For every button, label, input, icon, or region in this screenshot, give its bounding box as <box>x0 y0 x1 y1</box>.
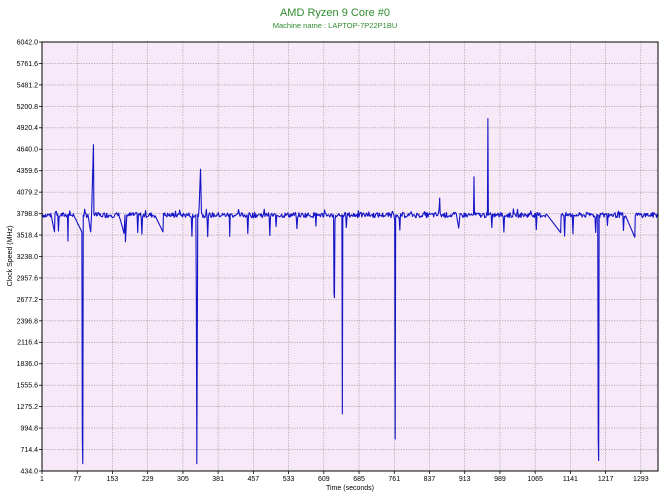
chart-subtitle: Machine name : LAPTOP-7P22P1BU <box>273 21 398 30</box>
y-tick-label: 5761.6 <box>17 61 39 68</box>
y-tick-label: 1275.2 <box>17 404 39 411</box>
x-tick-label: 305 <box>177 476 189 483</box>
y-tick-label: 1836.0 <box>17 361 39 368</box>
y-tick-label: 4079.2 <box>17 190 39 197</box>
x-tick-label: 837 <box>424 476 436 483</box>
x-axis-label: Time (seconds) <box>326 485 374 492</box>
y-tick-label: 3798.8 <box>17 211 39 218</box>
y-axis-label: Clock Speed (MHz) <box>7 226 14 287</box>
y-axis-ticks: 6042.0 5761.6 5481.2 5200.8 4920.4 4640.0 4359… <box>17 39 42 475</box>
chart-title: AMD Ryzen 9 Core #0 <box>280 7 390 19</box>
y-tick-label: 4359.6 <box>17 168 39 175</box>
x-tick-label: 1141 <box>563 476 578 483</box>
x-tick-label: 609 <box>318 476 330 483</box>
y-tick-label: 4920.4 <box>17 125 39 132</box>
y-tick-label: 714.4 <box>20 447 38 454</box>
x-tick-label: 229 <box>142 476 154 483</box>
chart: AMD Ryzen 9 Core #0 Machine name : LAPTO… <box>7 7 659 492</box>
y-tick-label: 2957.6 <box>17 275 39 282</box>
x-tick-label: 1 <box>40 476 44 483</box>
x-tick-label: 913 <box>459 476 471 483</box>
y-tick-label: 434.0 <box>20 468 38 475</box>
y-tick-label: 2396.8 <box>17 318 39 325</box>
x-tick-label: 1293 <box>633 476 649 483</box>
y-tick-label: 2116.4 <box>17 340 38 347</box>
x-axis-ticks: 1 77 153 229 305 381 457 533 609 685 761 837 913 989 1… <box>40 471 649 483</box>
y-tick-label: 3238.0 <box>17 254 39 261</box>
x-tick-label: 77 <box>73 476 81 483</box>
x-tick-label: 685 <box>353 476 365 483</box>
y-tick-label: 6042.0 <box>17 39 39 46</box>
x-tick-label: 761 <box>388 476 400 483</box>
y-tick-label: 4640.0 <box>17 147 39 154</box>
x-tick-label: 1065 <box>527 476 543 483</box>
x-tick-label: 1217 <box>598 476 614 483</box>
y-tick-label: 1555.6 <box>17 383 39 390</box>
y-tick-label: 994.8 <box>20 426 38 433</box>
x-tick-label: 381 <box>212 476 224 483</box>
x-tick-label: 153 <box>107 476 119 483</box>
y-tick-label: 3518.4 <box>17 232 39 239</box>
x-tick-label: 989 <box>494 476 506 483</box>
y-tick-label: 5481.2 <box>17 82 39 89</box>
x-tick-label: 457 <box>248 476 260 483</box>
x-tick-label: 533 <box>283 476 295 483</box>
y-tick-label: 2677.2 <box>17 297 39 304</box>
y-tick-label: 5200.8 <box>17 104 39 111</box>
